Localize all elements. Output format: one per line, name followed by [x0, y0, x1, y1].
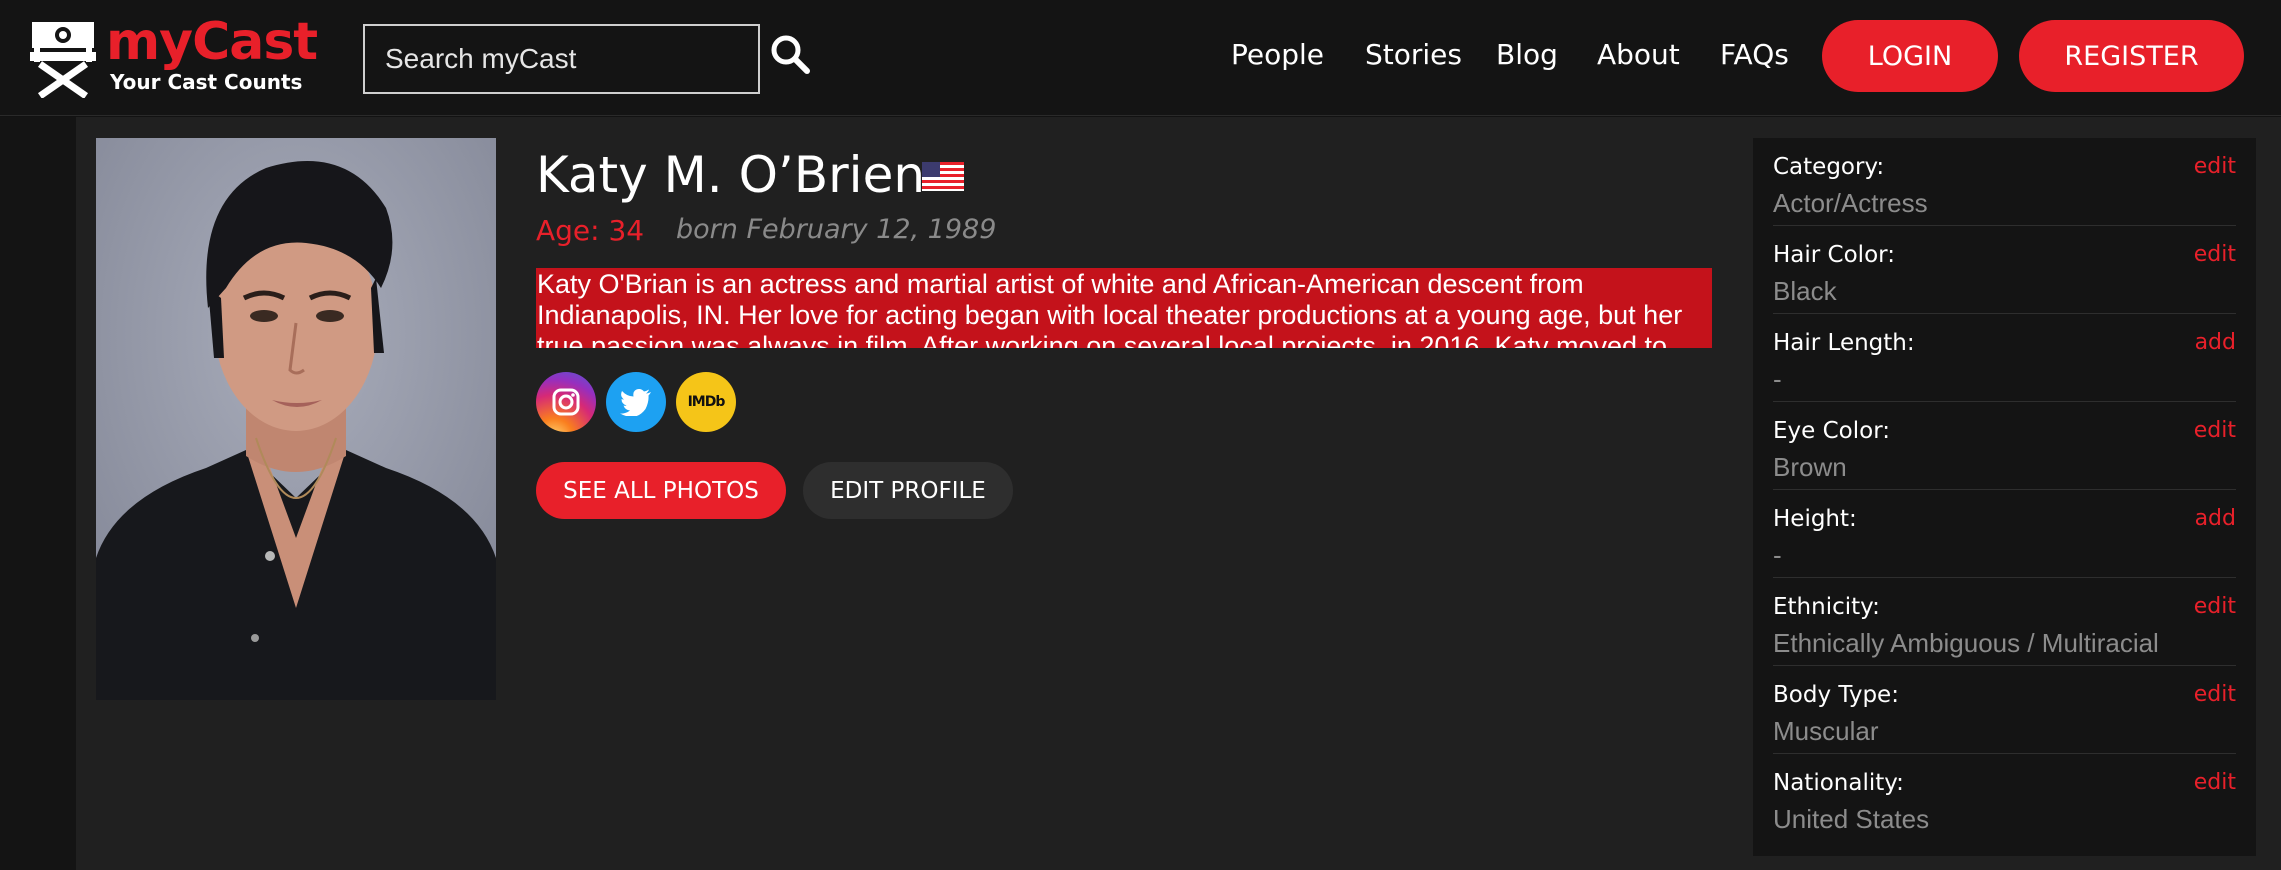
- site-logo[interactable]: myCast Your Cast Counts: [30, 12, 320, 100]
- attr-edit-link[interactable]: edit: [2194, 594, 2236, 619]
- attr-value: Brown: [1773, 452, 1847, 482]
- attr-eye-color: Eye Color: edit Brown: [1773, 402, 2236, 490]
- director-chair-logo-icon: [30, 22, 96, 98]
- headshot-image: [96, 138, 496, 700]
- logo-title: myCast: [106, 12, 318, 72]
- nav-stories[interactable]: Stories: [1365, 38, 1462, 71]
- attr-edit-link[interactable]: edit: [2194, 418, 2236, 443]
- attr-label: Body Type:: [1773, 682, 1899, 708]
- register-button[interactable]: REGISTER: [2019, 20, 2244, 92]
- imdb-button[interactable]: IMDb: [676, 372, 736, 432]
- attr-edit-link[interactable]: edit: [2194, 154, 2236, 179]
- attr-height: Height: add -: [1773, 490, 2236, 578]
- profile-name: Katy M. O’Brien: [536, 146, 926, 204]
- attr-add-link[interactable]: add: [2195, 506, 2236, 531]
- profile-bio: Katy O'Brian is an actress and martial a…: [536, 268, 1712, 348]
- site-header: myCast Your Cast Counts People Stories B…: [0, 0, 2281, 116]
- attr-label: Height:: [1773, 506, 1857, 532]
- attr-hair-length: Hair Length: add -: [1773, 314, 2236, 402]
- nav-about[interactable]: About: [1597, 38, 1680, 71]
- imdb-icon: IMDb: [687, 394, 726, 410]
- attr-label: Hair Color:: [1773, 242, 1895, 268]
- see-all-photos-button[interactable]: SEE ALL PHOTOS: [536, 462, 786, 519]
- attr-nationality: Nationality: edit United States: [1773, 754, 2236, 842]
- instagram-button[interactable]: [536, 372, 596, 432]
- attr-value: Ethnically Ambiguous / Multiracial: [1773, 628, 2159, 658]
- attr-value: Actor/Actress: [1773, 188, 1928, 218]
- attr-label: Nationality:: [1773, 770, 1904, 796]
- twitter-button[interactable]: [606, 372, 666, 432]
- attr-ethnicity: Ethnicity: edit Ethnically Ambiguous / M…: [1773, 578, 2236, 666]
- search-input[interactable]: [363, 24, 760, 94]
- attr-add-link[interactable]: add: [2195, 330, 2236, 355]
- attr-edit-link[interactable]: edit: [2194, 770, 2236, 795]
- profile-age: Age: 34: [536, 214, 645, 247]
- attr-value: Muscular: [1773, 716, 1879, 746]
- instagram-icon: [552, 388, 580, 416]
- attr-label: Hair Length:: [1773, 330, 1915, 356]
- attr-value: -: [1773, 364, 1782, 394]
- attr-label: Ethnicity:: [1773, 594, 1880, 620]
- attributes-panel: Category: edit Actor/Actress Hair Color:…: [1753, 138, 2256, 856]
- attr-label: Category:: [1773, 154, 1885, 180]
- attr-edit-link[interactable]: edit: [2194, 242, 2236, 267]
- attr-value: Black: [1773, 276, 1837, 306]
- attr-value: United States: [1773, 804, 1930, 834]
- attr-value: -: [1773, 540, 1782, 570]
- attr-label: Eye Color:: [1773, 418, 1890, 444]
- login-button[interactable]: LOGIN: [1822, 20, 1998, 92]
- logo-tagline: Your Cast Counts: [110, 70, 303, 94]
- attr-body-type: Body Type: edit Muscular: [1773, 666, 2236, 754]
- left-gutter: [0, 117, 76, 870]
- nav-blog[interactable]: Blog: [1496, 38, 1558, 71]
- attr-hair-color: Hair Color: edit Black: [1773, 226, 2236, 314]
- us-flag-icon: [922, 162, 964, 191]
- attr-category: Category: edit Actor/Actress: [1773, 138, 2236, 226]
- edit-profile-button[interactable]: EDIT PROFILE: [803, 462, 1013, 519]
- attr-edit-link[interactable]: edit: [2194, 682, 2236, 707]
- nav-people[interactable]: People: [1231, 38, 1324, 71]
- search-icon[interactable]: [770, 34, 810, 74]
- twitter-icon: [620, 389, 651, 416]
- profile-photo[interactable]: [96, 138, 496, 700]
- profile-birthdate: born February 12, 1989: [676, 214, 997, 245]
- nav-faqs[interactable]: FAQs: [1720, 38, 1789, 71]
